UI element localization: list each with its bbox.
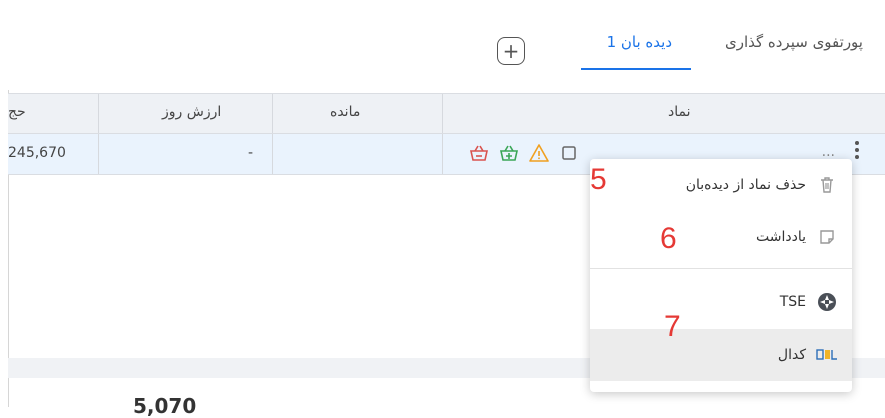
- column-divider: [442, 134, 443, 174]
- note-icon[interactable]: [558, 142, 580, 164]
- header-day-value[interactable]: ارزش روز: [162, 104, 221, 120]
- summary-value: 5,070: [133, 394, 197, 418]
- tab-watchlist-1[interactable]: دیده بان 1: [607, 33, 672, 51]
- menu-item-remove-symbol[interactable]: حذف نماد از دیده‌بان: [590, 159, 852, 211]
- menu-item-tse[interactable]: TSE: [590, 276, 852, 328]
- step-annotation-6: 6: [660, 222, 677, 255]
- tse-logo-icon: [816, 291, 838, 313]
- tab-portfolio[interactable]: پورتفوی سپرده گذاری: [725, 33, 863, 51]
- tab-bar: پورتفوی سپرده گذاری دیده بان 1 +: [8, 0, 885, 90]
- header-symbol[interactable]: نماد: [668, 104, 691, 120]
- context-menu: حذف نماد از دیده‌بان یادداشت TSE کدال: [590, 159, 852, 392]
- trash-icon: [816, 174, 838, 196]
- column-divider: [98, 134, 99, 174]
- header-remaining[interactable]: مانده: [330, 104, 360, 120]
- cell-symbol[interactable]: ...: [822, 144, 835, 160]
- menu-item-label: TSE: [779, 294, 806, 310]
- step-annotation-7: 7: [664, 310, 681, 343]
- menu-item-label: حذف نماد از دیده‌بان: [685, 177, 806, 193]
- warning-icon[interactable]: [528, 142, 550, 164]
- add-tab-button[interactable]: +: [497, 37, 525, 65]
- row-actions: [468, 142, 580, 164]
- active-tab-indicator: [581, 68, 691, 70]
- column-divider: [272, 94, 273, 133]
- column-divider: [98, 94, 99, 133]
- step-annotation-5: 5: [590, 163, 607, 196]
- sell-basket-icon[interactable]: [468, 142, 490, 164]
- menu-item-label: یادداشت: [756, 229, 806, 245]
- codal-logo-icon: [816, 344, 838, 366]
- column-divider: [442, 94, 443, 133]
- more-options-icon[interactable]: [855, 141, 859, 159]
- menu-item-codal[interactable]: کدال: [590, 329, 852, 381]
- menu-item-label: کدال: [777, 347, 806, 363]
- cell-volume: 245,670: [8, 145, 66, 161]
- plus-icon: +: [502, 39, 520, 63]
- menu-item-note[interactable]: یادداشت: [590, 211, 852, 263]
- menu-divider: [590, 268, 852, 269]
- buy-basket-icon[interactable]: [498, 142, 520, 164]
- column-divider: [272, 134, 273, 174]
- header-volume[interactable]: حج: [8, 104, 26, 120]
- cell-day-value: -: [248, 145, 254, 161]
- note-icon: [816, 226, 838, 248]
- table-header: نماد مانده ارزش روز حج: [8, 93, 885, 134]
